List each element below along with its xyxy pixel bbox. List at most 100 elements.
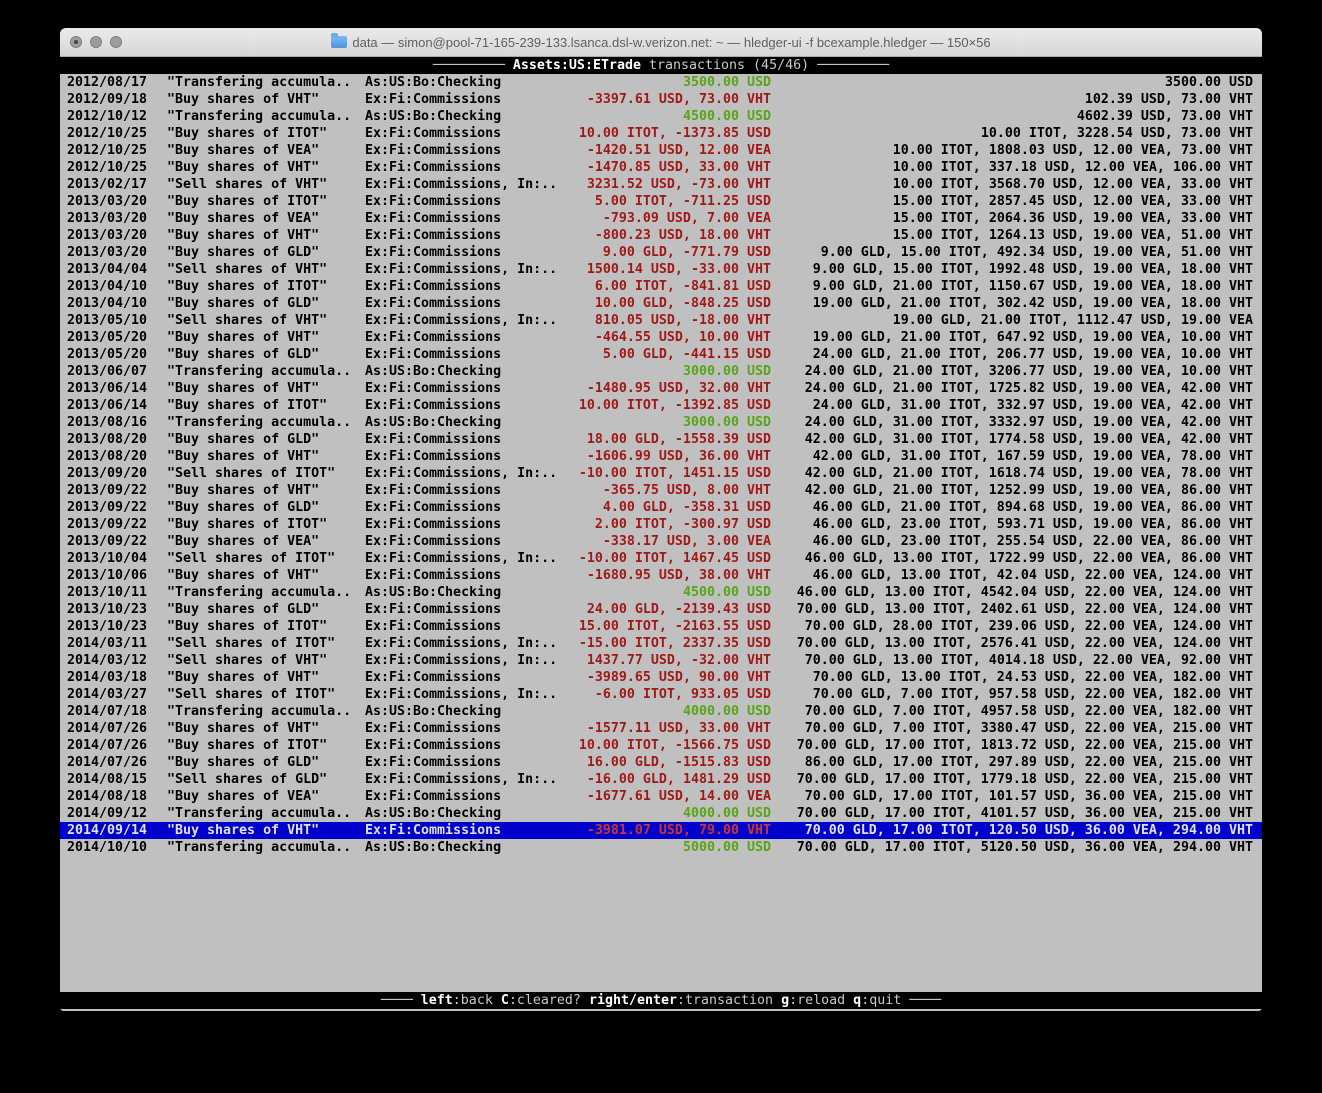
transaction-row[interactable]: 2014/07/26"Buy shares of GLD"Ex:Fi:Commi… bbox=[60, 754, 1262, 771]
transaction-row[interactable]: 2014/07/18"Transfering accumula..As:US:B… bbox=[60, 703, 1262, 720]
transaction-row[interactable]: 2013/09/22"Buy shares of GLD"Ex:Fi:Commi… bbox=[60, 499, 1262, 516]
transaction-row[interactable]: 2013/04/10"Buy shares of ITOT"Ex:Fi:Comm… bbox=[60, 278, 1262, 295]
transaction-row[interactable]: 2013/04/04"Sell shares of VHT"Ex:Fi:Comm… bbox=[60, 261, 1262, 278]
transaction-row[interactable]: 2014/03/27"Sell shares of ITOT"Ex:Fi:Com… bbox=[60, 686, 1262, 703]
transaction-row[interactable]: 2013/03/20"Buy shares of VEA"Ex:Fi:Commi… bbox=[60, 210, 1262, 227]
transaction-row[interactable]: 2014/10/10"Transfering accumula..As:US:B… bbox=[60, 839, 1262, 856]
window-titlebar[interactable]: data — simon@pool-71-165-239-133.lsanca.… bbox=[60, 28, 1262, 57]
transaction-row[interactable]: 2013/05/10"Sell shares of VHT"Ex:Fi:Comm… bbox=[60, 312, 1262, 329]
transaction-row[interactable]: 2013/08/16"Transfering accumula..As:US:B… bbox=[60, 414, 1262, 431]
header-border-left: ───────── bbox=[433, 57, 505, 74]
transaction-other-accounts: Ex:Fi:Commissions bbox=[365, 159, 565, 176]
transaction-row[interactable]: 2013/08/20"Buy shares of GLD"Ex:Fi:Commi… bbox=[60, 431, 1262, 448]
transaction-row[interactable]: 2013/09/22"Buy shares of ITOT"Ex:Fi:Comm… bbox=[60, 516, 1262, 533]
transaction-row[interactable]: 2013/06/14"Buy shares of ITOT"Ex:Fi:Comm… bbox=[60, 397, 1262, 414]
transaction-balance: 24.00 GLD, 31.00 ITOT, 332.97 USD, 19.00… bbox=[771, 397, 1253, 414]
zoom-button[interactable] bbox=[110, 36, 122, 48]
transaction-row[interactable]: 2012/10/25"Buy shares of VEA"Ex:Fi:Commi… bbox=[60, 142, 1262, 159]
transaction-date: 2013/08/16 bbox=[67, 414, 167, 431]
transaction-change: -10.00 ITOT, 1467.45 USD bbox=[565, 550, 771, 567]
transaction-date: 2013/10/11 bbox=[67, 584, 167, 601]
transaction-row[interactable]: 2013/09/22"Buy shares of VHT"Ex:Fi:Commi… bbox=[60, 482, 1262, 499]
transaction-row[interactable]: 2014/09/12"Transfering accumula..As:US:B… bbox=[60, 805, 1262, 822]
transaction-change: -365.75 USD, 8.00 VHT bbox=[565, 482, 771, 499]
transaction-balance: 10.00 ITOT, 337.18 USD, 12.00 VEA, 106.0… bbox=[771, 159, 1253, 176]
transaction-description: "Buy shares of VHT" bbox=[167, 329, 365, 346]
close-button[interactable] bbox=[70, 36, 82, 48]
transaction-change: 10.00 ITOT, -1373.85 USD bbox=[565, 125, 771, 142]
transaction-row[interactable]: 2013/03/20"Buy shares of ITOT"Ex:Fi:Comm… bbox=[60, 193, 1262, 210]
transaction-row[interactable]: 2012/10/25"Buy shares of VHT"Ex:Fi:Commi… bbox=[60, 159, 1262, 176]
transaction-row[interactable]: 2013/10/11"Transfering accumula..As:US:B… bbox=[60, 584, 1262, 601]
transaction-row[interactable]: 2013/10/23"Buy shares of GLD"Ex:Fi:Commi… bbox=[60, 601, 1262, 618]
transaction-change: -16.00 GLD, 1481.29 USD bbox=[565, 771, 771, 788]
transaction-date: 2014/03/27 bbox=[67, 686, 167, 703]
transaction-row[interactable]: 2014/09/14"Buy shares of VHT"Ex:Fi:Commi… bbox=[60, 822, 1262, 839]
key-hint-action: :reload bbox=[789, 993, 845, 1008]
key-hint-action: :transaction bbox=[677, 993, 773, 1008]
transaction-other-accounts: Ex:Fi:Commissions bbox=[365, 142, 565, 159]
transaction-row[interactable]: 2013/10/23"Buy shares of ITOT"Ex:Fi:Comm… bbox=[60, 618, 1262, 635]
transaction-row[interactable]: 2013/09/20"Sell shares of ITOT"Ex:Fi:Com… bbox=[60, 465, 1262, 482]
transaction-description: "Sell shares of VHT" bbox=[167, 652, 365, 669]
transaction-row[interactable]: 2013/03/20"Buy shares of GLD"Ex:Fi:Commi… bbox=[60, 244, 1262, 261]
transaction-other-accounts: Ex:Fi:Commissions, In:.. bbox=[365, 686, 565, 703]
transaction-other-accounts: Ex:Fi:Commissions bbox=[365, 210, 565, 227]
transaction-change: -1577.11 USD, 33.00 VHT bbox=[565, 720, 771, 737]
transaction-change: 810.05 USD, -18.00 VHT bbox=[565, 312, 771, 329]
transaction-row[interactable]: 2013/05/20"Buy shares of VHT"Ex:Fi:Commi… bbox=[60, 329, 1262, 346]
transaction-description: "Sell shares of ITOT" bbox=[167, 550, 365, 567]
transaction-change: -793.09 USD, 7.00 VEA bbox=[565, 210, 771, 227]
transaction-other-accounts: Ex:Fi:Commissions bbox=[365, 448, 565, 465]
transaction-row[interactable]: 2013/09/22"Buy shares of VEA"Ex:Fi:Commi… bbox=[60, 533, 1262, 550]
transaction-date: 2013/10/04 bbox=[67, 550, 167, 567]
transaction-other-accounts: Ex:Fi:Commissions bbox=[365, 244, 565, 261]
transaction-balance: 46.00 GLD, 13.00 ITOT, 42.04 USD, 22.00 … bbox=[771, 567, 1253, 584]
header-subtitle: transactions (45/46) bbox=[649, 57, 809, 74]
transaction-row[interactable]: 2013/10/06"Buy shares of VHT"Ex:Fi:Commi… bbox=[60, 567, 1262, 584]
transaction-description: "Buy shares of VHT" bbox=[167, 448, 365, 465]
terminal-window: data — simon@pool-71-165-239-133.lsanca.… bbox=[60, 28, 1262, 1011]
transaction-row[interactable]: 2013/06/14"Buy shares of VHT"Ex:Fi:Commi… bbox=[60, 380, 1262, 397]
transaction-balance: 70.00 GLD, 13.00 ITOT, 24.53 USD, 22.00 … bbox=[771, 669, 1253, 686]
key-hint-key: left bbox=[421, 993, 453, 1008]
transaction-row[interactable]: 2013/08/20"Buy shares of VHT"Ex:Fi:Commi… bbox=[60, 448, 1262, 465]
transaction-row[interactable]: 2013/05/20"Buy shares of GLD"Ex:Fi:Commi… bbox=[60, 346, 1262, 363]
transaction-description: "Buy shares of GLD" bbox=[167, 244, 365, 261]
transaction-row[interactable]: 2012/10/12"Transfering accumula..As:US:B… bbox=[60, 108, 1262, 125]
transaction-row[interactable]: 2014/03/11"Sell shares of ITOT"Ex:Fi:Com… bbox=[60, 635, 1262, 652]
footer-border-left: ──── bbox=[381, 992, 413, 1009]
transaction-row[interactable]: 2014/03/18"Buy shares of VHT"Ex:Fi:Commi… bbox=[60, 669, 1262, 686]
transaction-description: "Buy shares of ITOT" bbox=[167, 397, 365, 414]
transaction-description: "Buy shares of VHT" bbox=[167, 567, 365, 584]
transaction-description: "Buy shares of ITOT" bbox=[167, 516, 365, 533]
transaction-change: -464.55 USD, 10.00 VHT bbox=[565, 329, 771, 346]
transaction-description: "Buy shares of ITOT" bbox=[167, 737, 365, 754]
transaction-change: 6.00 ITOT, -841.81 USD bbox=[565, 278, 771, 295]
key-hint-key: right/enter bbox=[589, 993, 677, 1008]
transaction-balance: 9.00 GLD, 15.00 ITOT, 492.34 USD, 19.00 … bbox=[771, 244, 1253, 261]
transaction-row[interactable]: 2013/06/07"Transfering accumula..As:US:B… bbox=[60, 363, 1262, 380]
transaction-row[interactable]: 2012/08/17"Transfering accumula..As:US:B… bbox=[60, 74, 1262, 91]
transaction-other-accounts: Ex:Fi:Commissions bbox=[365, 397, 565, 414]
transaction-row[interactable]: 2013/02/17"Sell shares of VHT"Ex:Fi:Comm… bbox=[60, 176, 1262, 193]
transaction-description: "Sell shares of VHT" bbox=[167, 176, 365, 193]
transaction-row[interactable]: 2014/07/26"Buy shares of VHT"Ex:Fi:Commi… bbox=[60, 720, 1262, 737]
transaction-other-accounts: Ex:Fi:Commissions bbox=[365, 754, 565, 771]
transaction-row[interactable]: 2013/04/10"Buy shares of GLD"Ex:Fi:Commi… bbox=[60, 295, 1262, 312]
transaction-row[interactable]: 2014/03/12"Sell shares of VHT"Ex:Fi:Comm… bbox=[60, 652, 1262, 669]
transaction-description: "Buy shares of VEA" bbox=[167, 533, 365, 550]
transaction-row[interactable]: 2014/08/15"Sell shares of GLD"Ex:Fi:Comm… bbox=[60, 771, 1262, 788]
transaction-date: 2013/05/20 bbox=[67, 329, 167, 346]
minimize-button[interactable] bbox=[90, 36, 102, 48]
transaction-row[interactable]: 2014/07/26"Buy shares of ITOT"Ex:Fi:Comm… bbox=[60, 737, 1262, 754]
transaction-description: "Sell shares of VHT" bbox=[167, 261, 365, 278]
transaction-row[interactable]: 2014/08/18"Buy shares of VEA"Ex:Fi:Commi… bbox=[60, 788, 1262, 805]
transaction-list[interactable]: 2012/08/17"Transfering accumula..As:US:B… bbox=[60, 74, 1262, 992]
transaction-row[interactable]: 2012/09/18"Buy shares of VHT"Ex:Fi:Commi… bbox=[60, 91, 1262, 108]
transaction-other-accounts: Ex:Fi:Commissions bbox=[365, 482, 565, 499]
transaction-row[interactable]: 2013/03/20"Buy shares of VHT"Ex:Fi:Commi… bbox=[60, 227, 1262, 244]
footer-border-right: ──── bbox=[909, 992, 941, 1009]
transaction-row[interactable]: 2012/10/25"Buy shares of ITOT"Ex:Fi:Comm… bbox=[60, 125, 1262, 142]
transaction-row[interactable]: 2013/10/04"Sell shares of ITOT"Ex:Fi:Com… bbox=[60, 550, 1262, 567]
